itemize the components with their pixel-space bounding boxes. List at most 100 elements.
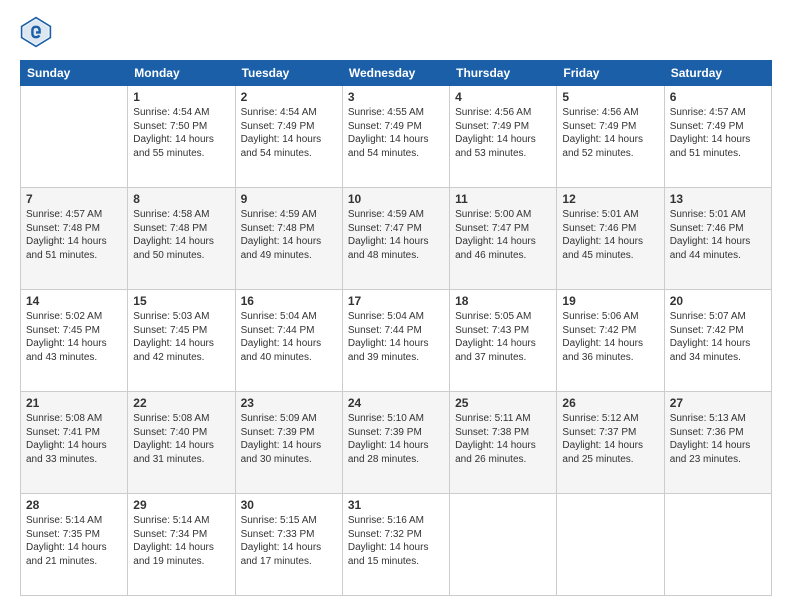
day-number: 23: [241, 396, 337, 410]
calendar-cell: 10Sunrise: 4:59 AM Sunset: 7:47 PM Dayli…: [342, 188, 449, 290]
day-info: Sunrise: 4:58 AM Sunset: 7:48 PM Dayligh…: [133, 208, 229, 262]
day-number: 3: [348, 90, 444, 104]
day-number: 10: [348, 192, 444, 206]
day-info: Sunrise: 4:54 AM Sunset: 7:50 PM Dayligh…: [133, 106, 229, 160]
calendar-cell: 1 Sunrise: 4:54 AM Sunset: 7:50 PM Daylig…: [128, 86, 235, 188]
calendar-cell: 15 Sunrise: 5:03 AM Sunset: 7:45 PM Dayli…: [128, 290, 235, 392]
day-info: Sunrise: 5:04 AM Sunset: 7:44 PM Dayligh…: [348, 310, 444, 364]
day-info: Sunrise: 5:08 AM Sunset: 7:40 PM Dayligh…: [133, 412, 229, 466]
calendar-day-header: Sunday: [21, 61, 128, 86]
day-info: Sunrise: 5:01 AM Sunset: 7:46 PM Dayligh…: [670, 208, 766, 262]
day-number: 21: [26, 396, 122, 410]
day-number: 18: [455, 294, 551, 308]
calendar-day-header: Saturday: [664, 61, 771, 86]
day-number: 7: [26, 192, 122, 206]
calendar-cell: 22 Sunrise: 5:08 AM Sunset: 7:40 PM Dayli…: [128, 392, 235, 494]
day-number: 11: [455, 192, 551, 206]
calendar-week-row: 7Sunrise: 4:57 AM Sunset: 7:48 PM Daylig…: [21, 188, 772, 290]
calendar-week-row: 21 Sunrise: 5:08 AM Sunset: 7:41 PM Dayli…: [21, 392, 772, 494]
day-info: Sunrise: 5:02 AM Sunset: 7:45 PM Dayligh…: [26, 310, 122, 364]
calendar-cell: [664, 494, 771, 596]
day-info: Sunrise: 5:15 AM Sunset: 7:33 PM Dayligh…: [241, 514, 337, 568]
day-number: 14: [26, 294, 122, 308]
calendar-cell: 27 Sunrise: 5:13 AM Sunset: 7:36 PM Dayli…: [664, 392, 771, 494]
day-number: 25: [455, 396, 551, 410]
calendar-week-row: 28 Sunrise: 5:14 AM Sunset: 7:35 PM Dayli…: [21, 494, 772, 596]
day-number: 22: [133, 396, 229, 410]
day-info: Sunrise: 5:05 AM Sunset: 7:43 PM Dayligh…: [455, 310, 551, 364]
calendar-cell: [21, 86, 128, 188]
day-info: Sunrise: 4:59 AM Sunset: 7:48 PM Dayligh…: [241, 208, 337, 262]
day-number: 31: [348, 498, 444, 512]
day-number: 6: [670, 90, 766, 104]
day-info: Sunrise: 4:55 AM Sunset: 7:49 PM Dayligh…: [348, 106, 444, 160]
day-info: Sunrise: 5:11 AM Sunset: 7:38 PM Dayligh…: [455, 412, 551, 466]
calendar-cell: [450, 494, 557, 596]
day-number: 15: [133, 294, 229, 308]
calendar-day-header: Wednesday: [342, 61, 449, 86]
calendar-week-row: 1 Sunrise: 4:54 AM Sunset: 7:50 PM Daylig…: [21, 86, 772, 188]
calendar-day-header: Tuesday: [235, 61, 342, 86]
day-number: 13: [670, 192, 766, 206]
day-info: Sunrise: 5:06 AM Sunset: 7:42 PM Dayligh…: [562, 310, 658, 364]
day-info: Sunrise: 5:09 AM Sunset: 7:39 PM Dayligh…: [241, 412, 337, 466]
calendar-table: SundayMondayTuesdayWednesdayThursdayFrid…: [20, 60, 772, 596]
day-info: Sunrise: 5:16 AM Sunset: 7:32 PM Dayligh…: [348, 514, 444, 568]
calendar-header-row: SundayMondayTuesdayWednesdayThursdayFrid…: [21, 61, 772, 86]
calendar-cell: 13 Sunrise: 5:01 AM Sunset: 7:46 PM Dayli…: [664, 188, 771, 290]
calendar-cell: 4 Sunrise: 4:56 AM Sunset: 7:49 PM Daylig…: [450, 86, 557, 188]
day-number: 12: [562, 192, 658, 206]
day-info: Sunrise: 5:00 AM Sunset: 7:47 PM Dayligh…: [455, 208, 551, 262]
day-info: Sunrise: 4:57 AM Sunset: 7:49 PM Dayligh…: [670, 106, 766, 160]
day-number: 28: [26, 498, 122, 512]
calendar-cell: 2Sunrise: 4:54 AM Sunset: 7:49 PM Daylig…: [235, 86, 342, 188]
calendar-cell: 11 Sunrise: 5:00 AM Sunset: 7:47 PM Dayli…: [450, 188, 557, 290]
day-number: 17: [348, 294, 444, 308]
day-number: 4: [455, 90, 551, 104]
calendar-cell: 7Sunrise: 4:57 AM Sunset: 7:48 PM Daylig…: [21, 188, 128, 290]
calendar-cell: 28 Sunrise: 5:14 AM Sunset: 7:35 PM Dayli…: [21, 494, 128, 596]
day-info: Sunrise: 5:13 AM Sunset: 7:36 PM Dayligh…: [670, 412, 766, 466]
day-number: 24: [348, 396, 444, 410]
calendar-cell: 18 Sunrise: 5:05 AM Sunset: 7:43 PM Dayli…: [450, 290, 557, 392]
day-info: Sunrise: 4:56 AM Sunset: 7:49 PM Dayligh…: [562, 106, 658, 160]
calendar-day-header: Friday: [557, 61, 664, 86]
day-number: 19: [562, 294, 658, 308]
day-number: 9: [241, 192, 337, 206]
day-number: 16: [241, 294, 337, 308]
day-info: Sunrise: 5:08 AM Sunset: 7:41 PM Dayligh…: [26, 412, 122, 466]
day-info: Sunrise: 4:56 AM Sunset: 7:49 PM Dayligh…: [455, 106, 551, 160]
calendar-cell: 16Sunrise: 5:04 AM Sunset: 7:44 PM Dayli…: [235, 290, 342, 392]
day-info: Sunrise: 5:14 AM Sunset: 7:34 PM Dayligh…: [133, 514, 229, 568]
calendar-cell: 25 Sunrise: 5:11 AM Sunset: 7:38 PM Dayli…: [450, 392, 557, 494]
calendar-cell: 26 Sunrise: 5:12 AM Sunset: 7:37 PM Dayli…: [557, 392, 664, 494]
day-number: 26: [562, 396, 658, 410]
day-info: Sunrise: 5:14 AM Sunset: 7:35 PM Dayligh…: [26, 514, 122, 568]
calendar-cell: 6 Sunrise: 4:57 AM Sunset: 7:49 PM Daylig…: [664, 86, 771, 188]
calendar-cell: 17 Sunrise: 5:04 AM Sunset: 7:44 PM Dayli…: [342, 290, 449, 392]
calendar-cell: 29 Sunrise: 5:14 AM Sunset: 7:34 PM Dayli…: [128, 494, 235, 596]
calendar-day-header: Monday: [128, 61, 235, 86]
day-number: 1: [133, 90, 229, 104]
day-info: Sunrise: 5:07 AM Sunset: 7:42 PM Dayligh…: [670, 310, 766, 364]
calendar-week-row: 14 Sunrise: 5:02 AM Sunset: 7:45 PM Dayli…: [21, 290, 772, 392]
calendar-cell: 14 Sunrise: 5:02 AM Sunset: 7:45 PM Dayli…: [21, 290, 128, 392]
day-info: Sunrise: 5:03 AM Sunset: 7:45 PM Dayligh…: [133, 310, 229, 364]
calendar-cell: 24Sunrise: 5:10 AM Sunset: 7:39 PM Dayli…: [342, 392, 449, 494]
calendar-cell: 3 Sunrise: 4:55 AM Sunset: 7:49 PM Daylig…: [342, 86, 449, 188]
day-info: Sunrise: 5:01 AM Sunset: 7:46 PM Dayligh…: [562, 208, 658, 262]
day-number: 20: [670, 294, 766, 308]
day-info: Sunrise: 5:12 AM Sunset: 7:37 PM Dayligh…: [562, 412, 658, 466]
calendar-cell: 12 Sunrise: 5:01 AM Sunset: 7:46 PM Dayli…: [557, 188, 664, 290]
calendar-cell: 9 Sunrise: 4:59 AM Sunset: 7:48 PM Daylig…: [235, 188, 342, 290]
calendar-day-header: Thursday: [450, 61, 557, 86]
day-number: 27: [670, 396, 766, 410]
day-number: 2: [241, 90, 337, 104]
calendar-cell: 19 Sunrise: 5:06 AM Sunset: 7:42 PM Dayli…: [557, 290, 664, 392]
calendar-cell: [557, 494, 664, 596]
header: [20, 16, 772, 48]
day-number: 5: [562, 90, 658, 104]
logo: [20, 16, 56, 48]
day-number: 29: [133, 498, 229, 512]
page: SundayMondayTuesdayWednesdayThursdayFrid…: [0, 0, 792, 612]
